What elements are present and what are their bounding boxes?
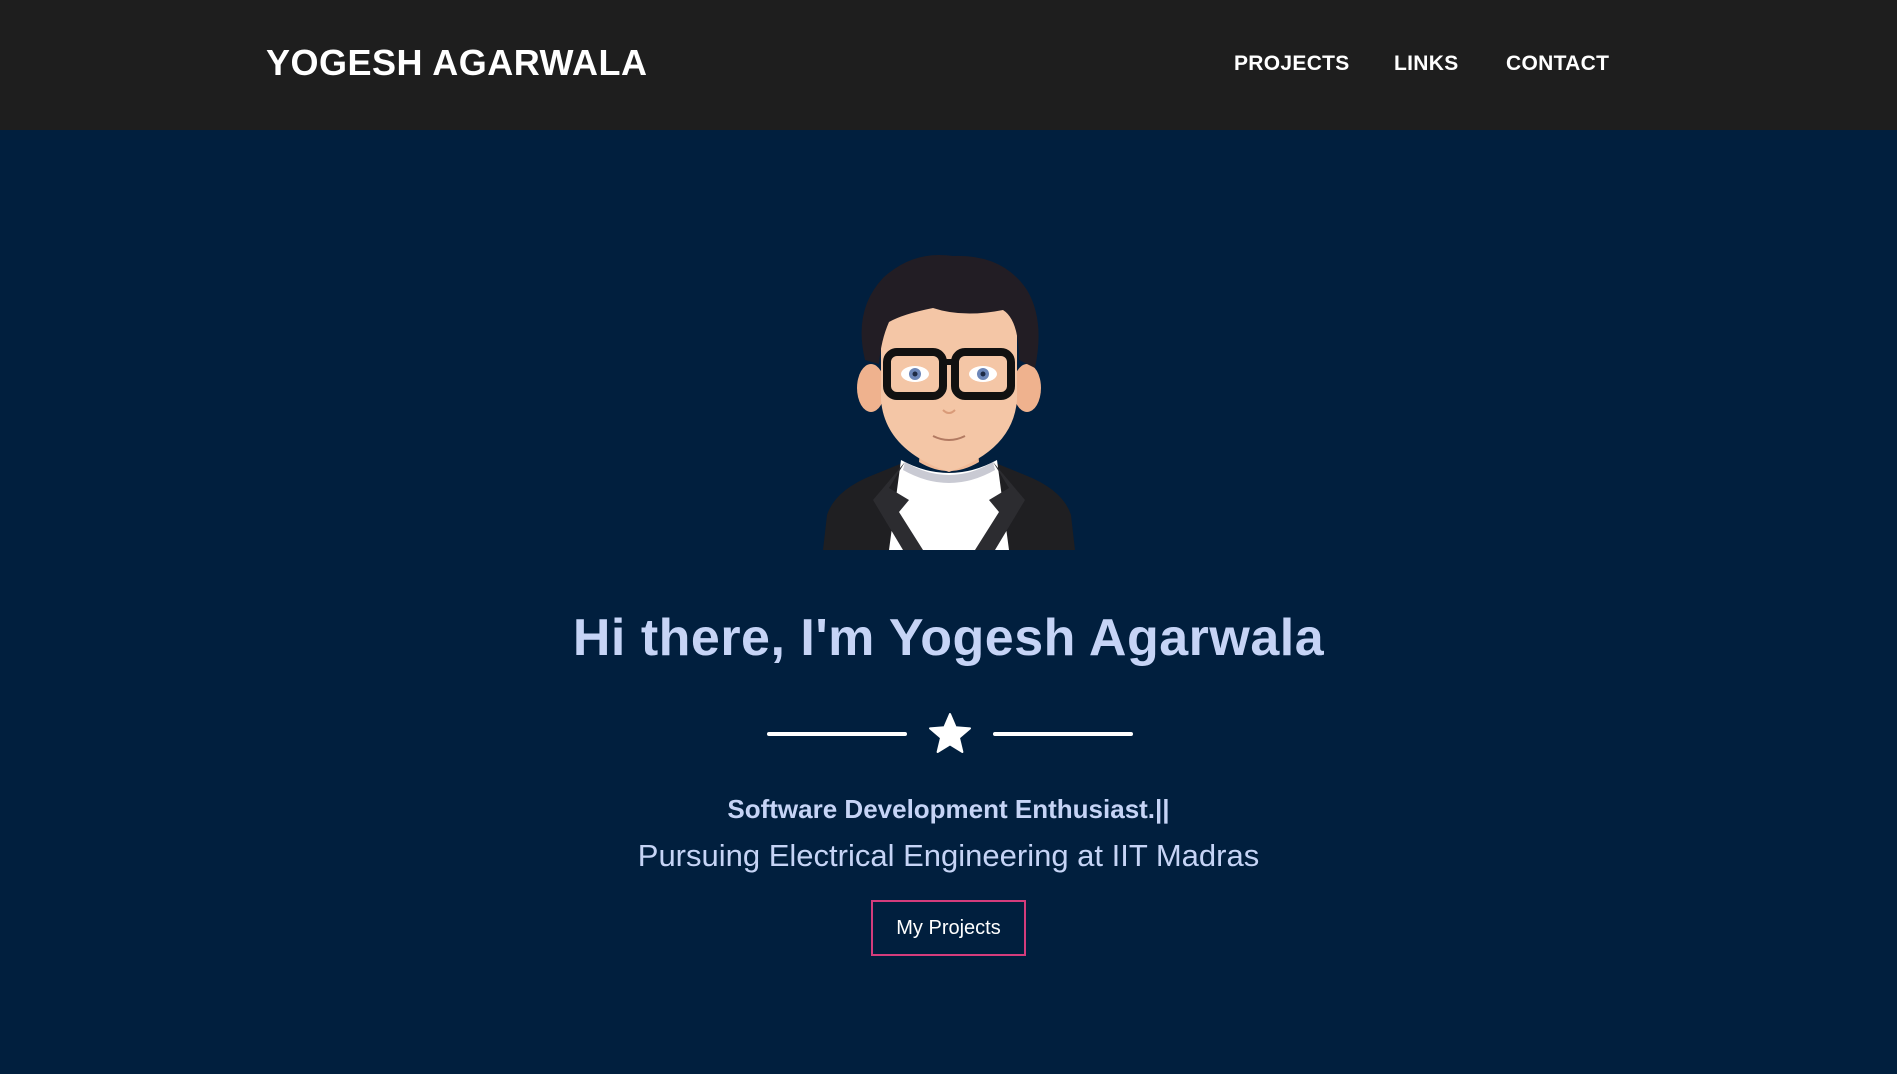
hero-section: Hi there, I'm Yogesh Agarwala Software D… bbox=[0, 130, 1897, 1074]
hero-subtitle: Pursuing Electrical Engineering at IIT M… bbox=[637, 838, 1260, 873]
avatar bbox=[823, 254, 1075, 550]
star-divider bbox=[767, 712, 1133, 756]
navbar: YOGESH AGARWALA PROJECTS LINKS CONTACT bbox=[0, 0, 1897, 130]
divider-line-left bbox=[767, 732, 907, 736]
my-projects-button[interactable]: My Projects bbox=[871, 900, 1026, 956]
star-icon bbox=[929, 713, 971, 753]
brand-link[interactable]: YOGESH AGARWALA bbox=[266, 42, 648, 84]
divider-line-right bbox=[993, 732, 1133, 736]
nav-contact-link[interactable]: CONTACT bbox=[1506, 52, 1609, 76]
hero-title: Hi there, I'm Yogesh Agarwala bbox=[572, 609, 1325, 667]
nav-links: PROJECTS LINKS CONTACT bbox=[1234, 52, 1654, 80]
nav-projects-link[interactable]: PROJECTS bbox=[1234, 52, 1350, 76]
nav-links-link[interactable]: LINKS bbox=[1394, 52, 1459, 76]
hero-tagline: Software Development Enthusiast.|| bbox=[727, 794, 1170, 824]
